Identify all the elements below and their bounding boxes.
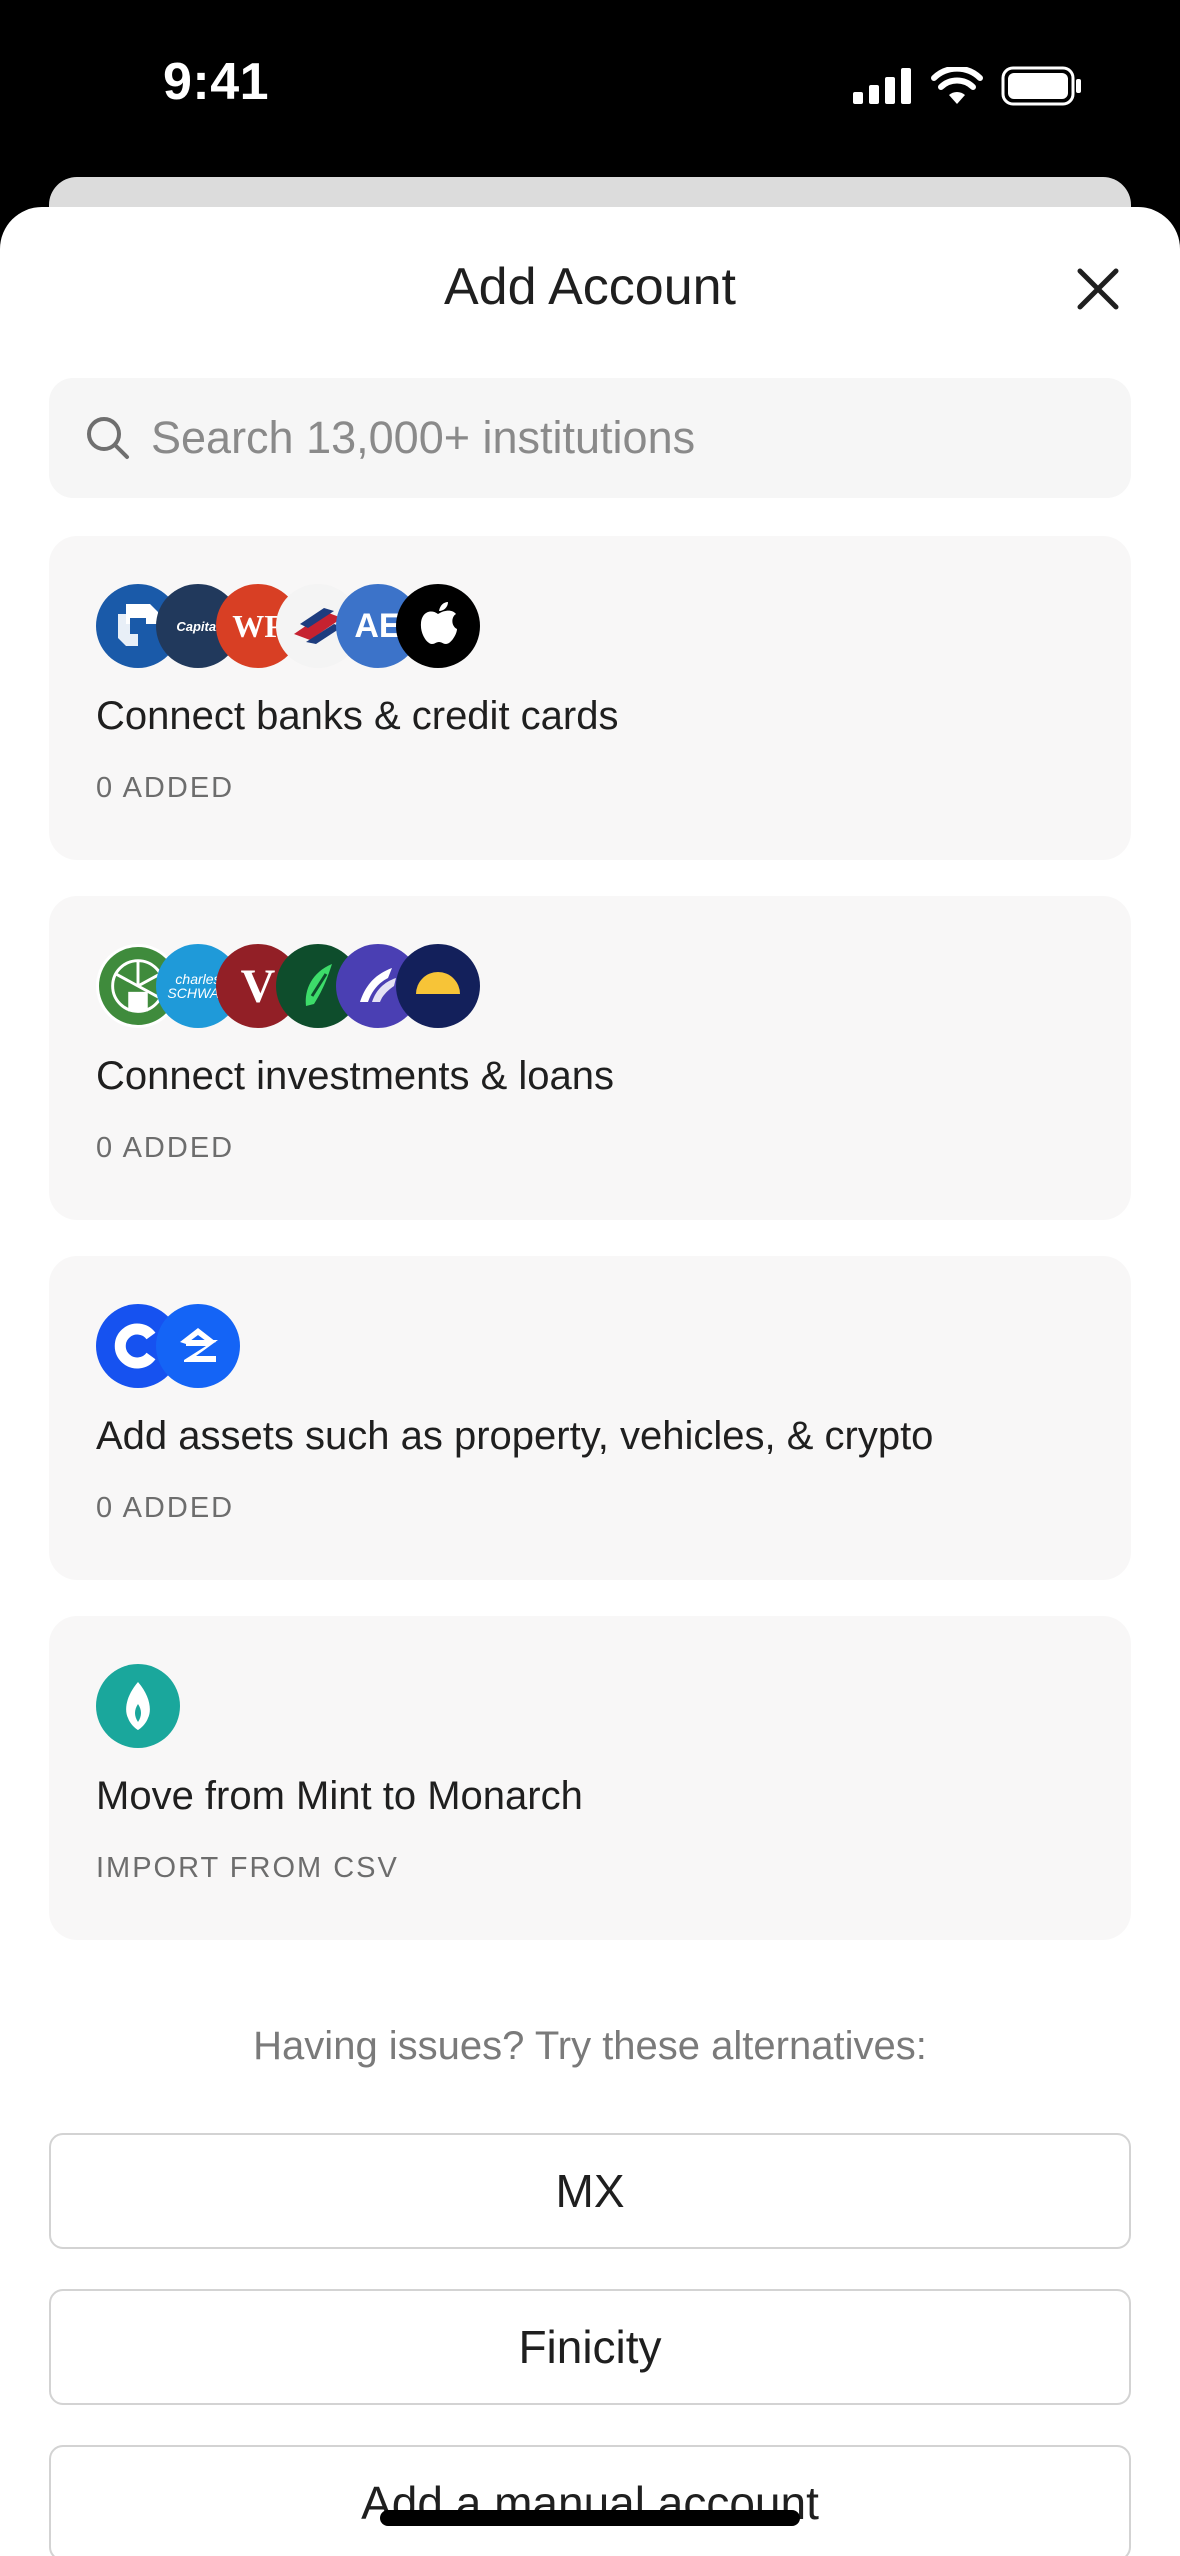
alternatives-heading: Having issues? Try these alternatives: (253, 2024, 927, 2068)
move-from-mint-card[interactable]: Move from Mint to Monarch IMPORT FROM CS… (49, 1616, 1131, 1940)
add-manual-account-button[interactable]: Add a manual account (49, 2445, 1131, 2556)
card-title: Connect investments & loans (96, 1054, 615, 1098)
battery-icon (1001, 66, 1081, 106)
connect-investments-card[interactable]: charles SCHWAB V Connect investments & l… (49, 896, 1131, 1220)
card-added-count: 0 ADDED (96, 1132, 235, 1164)
add-account-sheet: Add Account Capital WF (0, 207, 1180, 2556)
card-title: Add assets such as property, vehicles, &… (96, 1414, 934, 1458)
betterment-logo (396, 944, 480, 1028)
search-input[interactable] (149, 411, 1053, 465)
capital-one-logo-text: Capital (176, 618, 220, 634)
mint-logo (96, 1664, 180, 1748)
apple-logo (396, 584, 480, 668)
cellular-signal-icon (853, 68, 911, 104)
card-added-count: 0 ADDED (96, 772, 235, 804)
close-icon (1077, 268, 1119, 310)
search-bar[interactable] (49, 378, 1131, 498)
status-time: 9:41 (163, 53, 270, 111)
card-added-count: 0 ADDED (96, 1492, 235, 1524)
vanguard-logo-text: V (240, 959, 276, 1013)
sheet-title: Add Account (444, 258, 736, 316)
add-assets-card[interactable]: Add assets such as property, vehicles, &… (49, 1256, 1131, 1580)
close-button[interactable] (1072, 263, 1124, 315)
zillow-logo (156, 1304, 240, 1388)
wifi-icon (931, 67, 983, 104)
search-icon (85, 415, 131, 461)
finicity-button[interactable]: Finicity (49, 2289, 1131, 2405)
connect-banks-card[interactable]: Capital WF AE Connect banks & credit car… (49, 536, 1131, 860)
status-icons (853, 66, 1083, 106)
card-title: Move from Mint to Monarch (96, 1774, 583, 1818)
home-indicator (380, 2510, 800, 2526)
card-import-csv: IMPORT FROM CSV (96, 1852, 399, 1884)
status-bar: 9:41 (0, 0, 1180, 175)
card-title: Connect banks & credit cards (96, 694, 619, 738)
amex-logo-text: AE (354, 606, 402, 645)
mx-button[interactable]: MX (49, 2133, 1131, 2249)
